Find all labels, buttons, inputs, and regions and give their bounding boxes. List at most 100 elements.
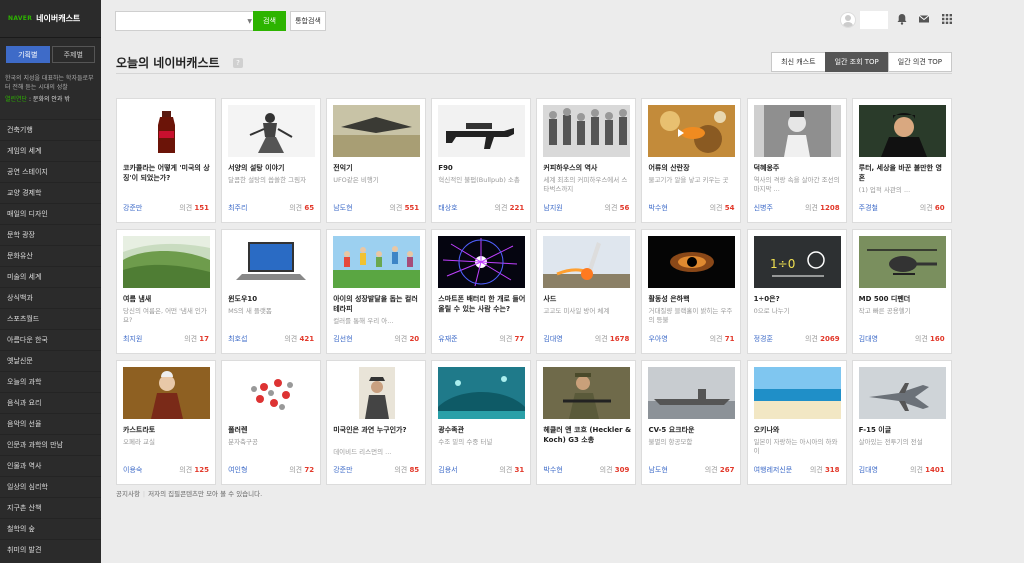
- cast-title[interactable]: 아이의 성장발달을 돕는 컬러 테라피: [333, 294, 421, 314]
- sidebar-item-category[interactable]: 음식과 요리: [0, 392, 101, 413]
- cast-thumbnail[interactable]: [858, 105, 946, 157]
- cast-thumbnail[interactable]: [753, 105, 841, 157]
- sidebar-item-category[interactable]: 게임의 세계: [0, 140, 101, 161]
- mail-icon[interactable]: [917, 13, 931, 27]
- cast-author[interactable]: 태상호: [438, 203, 457, 213]
- cast-author[interactable]: 여행레저신문: [754, 465, 793, 475]
- cast-author[interactable]: 우아영: [648, 334, 667, 344]
- cast-author[interactable]: 최주리: [228, 203, 247, 213]
- comment-count[interactable]: 의견 551: [389, 203, 419, 213]
- sidebar-item-category[interactable]: 문화유산: [0, 245, 101, 266]
- cast-thumbnail[interactable]: [648, 105, 736, 157]
- cast-title[interactable]: 광수족관: [438, 425, 526, 435]
- cast-thumbnail[interactable]: [228, 236, 316, 288]
- cast-title[interactable]: 서양의 설탕 이야기: [228, 163, 316, 173]
- comment-count[interactable]: 의견 221: [495, 203, 525, 213]
- comment-count[interactable]: 의견 2069: [805, 334, 840, 344]
- cast-card[interactable]: 덕혜옹주 역사의 격랑 속을 살아간 조선의 마지막 ... 신병주 의견 1208: [746, 98, 847, 223]
- cast-card[interactable]: 광수족관 수조 밑의 수중 터널 김용서 의견 31: [431, 360, 532, 485]
- cast-title[interactable]: 전익기: [333, 163, 421, 173]
- cast-title[interactable]: 헤클러 앤 코흐 (Heckler & Koch) G3 소총: [543, 425, 631, 445]
- notice-text[interactable]: 저자의 집필콘텐츠만 모아 볼 수 있습니다.: [148, 490, 262, 498]
- comment-count[interactable]: 의견 60: [920, 203, 945, 213]
- cast-card[interactable]: MD 500 디펜더 작고 빠른 공용헬기 김대영 의견 160: [851, 229, 952, 354]
- cast-thumbnail[interactable]: [438, 105, 526, 157]
- sidebar-item-category[interactable]: 상식백과: [0, 287, 101, 308]
- tab-daily-views[interactable]: 일간 조회 TOP: [824, 52, 889, 72]
- cast-card[interactable]: 카스트라토 오페라 교실 이용숙 의견 125: [116, 360, 216, 485]
- cast-card[interactable]: F-15 이글 살아있는 전투기의 전설 김대영 의견 1401: [851, 360, 952, 485]
- cast-thumbnail[interactable]: [753, 367, 841, 419]
- cast-author[interactable]: 김대영: [859, 334, 878, 344]
- cast-thumbnail[interactable]: [648, 236, 736, 288]
- cast-card[interactable]: 여름 냄새 당신의 여름은, 어떤 '냄새 인가요? 최지원 의견 17: [116, 229, 216, 354]
- comment-count[interactable]: 의견 56: [605, 203, 630, 213]
- comment-count[interactable]: 의견 160: [915, 334, 945, 344]
- cast-card[interactable]: 전익기 UFO같은 비행기 남도현 의견 551: [326, 98, 427, 223]
- comment-count[interactable]: 의견 17: [184, 334, 209, 344]
- cast-card[interactable]: CV-5 요크타운 불멸의 항공모함 남도현 의견 267: [641, 360, 742, 485]
- cast-author[interactable]: 김용서: [438, 465, 457, 475]
- sidebar-item-category[interactable]: 일상의 심리학: [0, 476, 101, 497]
- cast-card[interactable]: 스마트폰 배터리 한 개로 들어올릴 수 있는 사람 수는? 유재준 의견 77: [431, 229, 532, 354]
- cast-title[interactable]: 오키나와: [754, 425, 842, 435]
- comment-count[interactable]: 의견 72: [289, 465, 314, 475]
- cast-author[interactable]: 신병주: [754, 203, 773, 213]
- sidebar-item-category[interactable]: 철학의 숲: [0, 518, 101, 539]
- cast-title[interactable]: 사드: [543, 294, 631, 304]
- user-name-box[interactable]: [860, 11, 888, 29]
- cast-card[interactable]: 윈도우10 MS의 새 플랫폼 최호섭 의견 421: [221, 229, 322, 354]
- cast-thumbnail[interactable]: [333, 367, 421, 419]
- cast-card[interactable]: 1÷0 1÷0은? 0으로 나누기 정경훈 의견 2069: [746, 229, 847, 354]
- cast-thumbnail[interactable]: [123, 105, 210, 157]
- search-input[interactable]: ▼: [115, 11, 257, 31]
- cast-title[interactable]: 카스트라토: [123, 425, 211, 435]
- comment-count[interactable]: 의견 309: [600, 465, 630, 475]
- sidebar-item-category[interactable]: 인문과 과학의 만남: [0, 434, 101, 455]
- selected-series[interactable]: 열린연단 : 문화의 안과 밖: [5, 95, 96, 104]
- cast-author[interactable]: 이용숙: [123, 465, 142, 475]
- cast-title[interactable]: 어류의 산란장: [648, 163, 736, 173]
- cast-author[interactable]: 주경철: [859, 203, 878, 213]
- cast-author[interactable]: 강준만: [123, 203, 142, 213]
- cast-author[interactable]: 강준만: [333, 465, 352, 475]
- cast-thumbnail[interactable]: [228, 367, 316, 419]
- sidebar-item-category[interactable]: 음악의 선율: [0, 413, 101, 434]
- cast-thumbnail[interactable]: [438, 367, 526, 419]
- cast-title[interactable]: 덕혜옹주: [754, 163, 842, 173]
- cast-thumbnail[interactable]: [123, 367, 210, 419]
- sidebar-item-category[interactable]: 인물과 역사: [0, 455, 101, 476]
- sidebar-item-category[interactable]: 아름다운 한국: [0, 329, 101, 350]
- sidebar-item-category[interactable]: 건축기행: [0, 119, 101, 140]
- comment-count[interactable]: 의견 1208: [805, 203, 840, 213]
- avatar[interactable]: [840, 12, 856, 28]
- mode-by-topic-button[interactable]: 주제별: [51, 46, 95, 63]
- cast-card[interactable]: 아이의 성장발달을 돕는 컬러 테라피 컬러를 통해 우리 아... 김선현 의견 2…: [326, 229, 427, 354]
- cast-thumbnail[interactable]: [438, 236, 526, 288]
- cast-title[interactable]: 미국인은 과연 누구인가?: [333, 425, 421, 435]
- cast-thumbnail[interactable]: [123, 236, 210, 288]
- comment-count[interactable]: 의견 1401: [910, 465, 945, 475]
- cast-author[interactable]: 남지원: [543, 203, 562, 213]
- cast-card[interactable]: 커피하우스의 역사 세계 최초의 커피하우스에서 스타벅스까지 남지원 의견 56: [536, 98, 637, 223]
- cast-title[interactable]: 스마트폰 배터리 한 개로 들어올릴 수 있는 사람 수는?: [438, 294, 526, 314]
- cast-card[interactable]: 서양의 설탕 이야기 달콤한 설탕의 씁쓸한 그림자 최주리 의견 65: [221, 98, 322, 223]
- cast-title[interactable]: 풀러렌: [228, 425, 316, 435]
- cast-title[interactable]: 루터, 세상을 바꾼 불만한 영혼: [859, 163, 947, 183]
- cast-thumbnail[interactable]: [333, 236, 421, 288]
- comment-count[interactable]: 의견 125: [179, 465, 209, 475]
- notice-label[interactable]: 공지사항: [116, 490, 140, 498]
- comment-count[interactable]: 의견 71: [710, 334, 735, 344]
- comment-count[interactable]: 의견 31: [499, 465, 524, 475]
- comment-count[interactable]: 의견 421: [284, 334, 314, 344]
- cast-card[interactable]: 풀러렌 분자축구공 여인형 의견 72: [221, 360, 322, 485]
- cast-title[interactable]: CV-5 요크타운: [648, 425, 736, 435]
- search-button[interactable]: 검색: [253, 11, 286, 31]
- cast-author[interactable]: 최지원: [123, 334, 142, 344]
- chevron-down-icon[interactable]: ▼: [247, 18, 252, 25]
- cast-card[interactable]: F90 혁신적인 불펍(Bullpub) 소총 태상호 의견 221: [431, 98, 532, 223]
- help-icon[interactable]: ?: [233, 58, 243, 68]
- comment-count[interactable]: 의견 267: [705, 465, 735, 475]
- cast-card[interactable]: 헤클러 앤 코흐 (Heckler & Koch) G3 소총 박수현 의견 309: [536, 360, 637, 485]
- sidebar-item-category[interactable]: 교양 경제학: [0, 182, 101, 203]
